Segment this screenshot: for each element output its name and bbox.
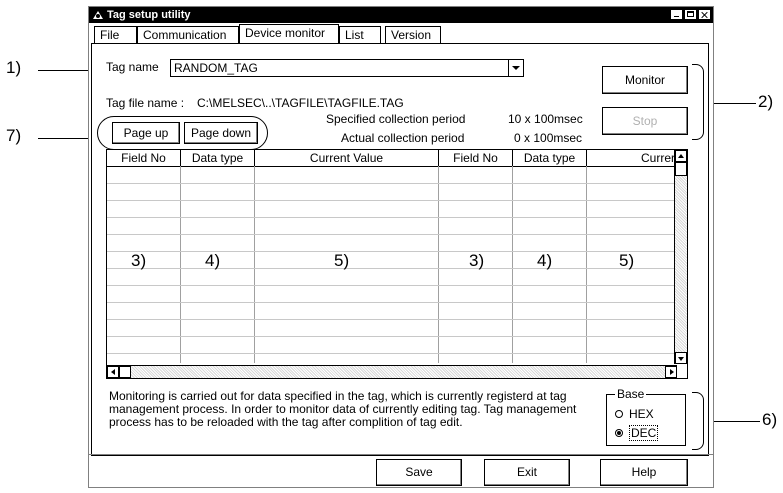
callout-2: 2) <box>758 92 774 111</box>
table-row <box>107 200 677 201</box>
scroll-thumb[interactable] <box>675 162 687 176</box>
table-row <box>107 302 677 303</box>
hscroll-thumb[interactable] <box>119 366 131 378</box>
col-field-no-1[interactable]: Field No <box>107 150 181 166</box>
table-row <box>107 217 677 218</box>
marker-current-value-2: 5) <box>619 251 635 270</box>
table-row <box>107 268 677 269</box>
exit-button[interactable]: Exit <box>484 459 570 486</box>
col-current-value-2[interactable]: Currer <box>587 150 677 166</box>
grid-col-divider <box>254 166 255 363</box>
bottom-divider <box>88 454 714 455</box>
scroll-right-icon[interactable] <box>665 366 677 378</box>
tab-version[interactable]: Version <box>385 26 441 43</box>
grid-col-divider <box>438 166 439 363</box>
window-title: Tag setup utility <box>107 9 191 21</box>
horizontal-scrollbar[interactable] <box>107 365 677 378</box>
tag-name-value: RANDOM_TAG <box>174 61 258 75</box>
tab-list[interactable]: List <box>339 26 381 43</box>
marker-current-value-1: 5) <box>334 251 350 270</box>
stop-button[interactable]: Stop <box>602 107 688 135</box>
scroll-up-icon[interactable] <box>675 150 687 162</box>
scroll-down-icon[interactable] <box>675 352 687 364</box>
help-button[interactable]: Help <box>600 459 688 486</box>
monitor-grid[interactable]: Field No Data type Current Value Field N… <box>106 149 688 379</box>
table-row <box>107 251 677 252</box>
callout-7: 7) <box>6 126 22 145</box>
tab-file[interactable]: File <box>94 26 137 43</box>
tab-device-monitor[interactable]: Device monitor <box>239 24 339 44</box>
scroll-left-icon[interactable] <box>107 366 119 378</box>
tag-name-combo[interactable]: RANDOM_TAG <box>170 59 524 77</box>
base-group: Base HEX DEC <box>606 387 686 446</box>
marker-field-no-1: 3) <box>131 251 147 270</box>
tag-file-path: C:\MELSEC\..\TAGFILE\TAGFILE.TAG <box>197 96 404 110</box>
actual-period-value: 0 x 100msec <box>514 131 583 145</box>
table-row <box>107 319 677 320</box>
table-row <box>107 285 677 286</box>
window-controls <box>669 9 711 21</box>
callout-6: 6) <box>762 410 778 429</box>
marker-data-type-1: 4) <box>205 251 221 270</box>
maximize-icon[interactable] <box>684 9 697 20</box>
monitor-stop-brace <box>692 64 704 140</box>
callout-1: 1) <box>6 58 22 77</box>
tag-name-label: Tag name <box>106 60 159 74</box>
actual-period-label: Actual collection period <box>341 131 465 145</box>
col-data-type-2[interactable]: Data type <box>513 150 587 166</box>
specified-period-label: Specified collection period <box>326 112 466 126</box>
monitor-button[interactable]: Monitor <box>602 66 688 94</box>
table-row <box>107 183 677 184</box>
col-data-type-1[interactable]: Data type <box>181 150 255 166</box>
marker-field-no-2: 3) <box>469 251 485 270</box>
grid-col-divider <box>180 166 181 363</box>
table-row <box>107 234 677 235</box>
radio-dec-label: DEC <box>629 425 659 441</box>
page-buttons-highlight <box>97 116 268 150</box>
app-icon <box>93 11 103 19</box>
col-current-value-1[interactable]: Current Value <box>255 150 439 166</box>
radio-dec-indicator[interactable] <box>615 429 623 437</box>
grid-col-divider <box>512 166 513 363</box>
monitoring-note: Monitoring is carried out for data speci… <box>109 389 577 429</box>
radio-hex-indicator[interactable] <box>615 410 623 418</box>
minimize-icon[interactable] <box>670 9 683 20</box>
specified-period-value: 10 x 100msec <box>508 112 583 126</box>
grid-col-divider <box>586 166 587 363</box>
callout-6-line <box>712 421 760 422</box>
grid-header: Field No Data type Current Value Field N… <box>107 150 677 167</box>
radio-hex-label: HEX <box>629 407 654 421</box>
chevron-down-icon[interactable] <box>508 60 523 76</box>
tag-file-label: Tag file name : <box>106 96 185 110</box>
callout-1-line <box>38 70 94 71</box>
table-row <box>107 336 677 337</box>
tab-communication[interactable]: Communication <box>137 26 239 43</box>
title-bar: Tag setup utility <box>89 7 713 23</box>
save-button[interactable]: Save <box>376 459 462 486</box>
table-row <box>107 353 677 354</box>
base-brace <box>692 392 704 450</box>
vertical-scrollbar[interactable] <box>674 150 687 364</box>
close-icon[interactable] <box>698 9 711 20</box>
base-legend: Base <box>615 387 647 401</box>
col-field-no-2[interactable]: Field No <box>439 150 513 166</box>
callout-2-line <box>710 103 756 104</box>
marker-data-type-2: 4) <box>537 251 553 270</box>
